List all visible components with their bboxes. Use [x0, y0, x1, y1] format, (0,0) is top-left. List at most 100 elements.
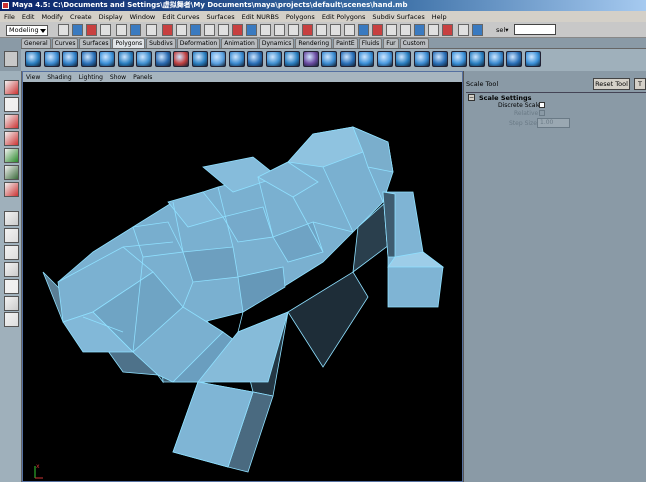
panel-menu-shading[interactable]: Shading: [47, 74, 71, 81]
polygon-shelf-icon[interactable]: [191, 51, 208, 67]
status-tool-icon[interactable]: [190, 24, 201, 36]
status-tool-icon[interactable]: [100, 24, 111, 36]
status-tool-icon[interactable]: [400, 24, 411, 36]
menu-edit[interactable]: Edit: [22, 13, 35, 21]
layout-single-icon[interactable]: [4, 211, 19, 226]
status-tool-icon[interactable]: [232, 24, 243, 36]
polygon-shelf-icon[interactable]: [524, 51, 541, 67]
menu-edit-curves[interactable]: Edit Curves: [162, 13, 199, 21]
status-tool-icon[interactable]: [246, 24, 257, 36]
status-tool-icon[interactable]: [72, 24, 83, 36]
polygon-shelf-icon[interactable]: [265, 51, 282, 67]
menu-help[interactable]: Help: [432, 13, 447, 21]
status-tool-icon[interactable]: [372, 24, 383, 36]
polygon-shelf-icon[interactable]: [25, 51, 41, 67]
select-tool-icon[interactable]: [4, 80, 19, 95]
polygon-shelf-icon[interactable]: [450, 51, 467, 67]
hand-polygon-mesh[interactable]: x: [23, 82, 462, 481]
layout-graph-icon[interactable]: [4, 279, 19, 294]
tool-help-button[interactable]: T: [634, 78, 646, 90]
polygon-shelf-icon[interactable]: [154, 51, 171, 67]
menu-set-dropdown[interactable]: Modeling: [6, 25, 48, 36]
polygon-shelf-icon[interactable]: [506, 51, 522, 67]
status-tool-icon[interactable]: [428, 24, 439, 36]
polygon-shelf-icon[interactable]: [173, 51, 189, 67]
panel-menu-show[interactable]: Show: [110, 74, 126, 81]
polygon-shelf-icon[interactable]: [413, 51, 430, 67]
status-tool-icon[interactable]: [274, 24, 285, 36]
menu-create[interactable]: Create: [70, 13, 92, 21]
status-tool-icon[interactable]: [162, 24, 173, 36]
collapse-toggle[interactable]: −: [468, 94, 475, 101]
polygon-shelf-icon[interactable]: [117, 51, 134, 67]
polygon-shelf-icon[interactable]: [469, 51, 485, 67]
maya-app-icon: [2, 2, 9, 9]
menu-edit-nurbs[interactable]: Edit NURBS: [242, 13, 279, 21]
layout-persp-icon[interactable]: [4, 245, 19, 260]
status-tool-icon[interactable]: [344, 24, 355, 36]
polygon-shelf-icon[interactable]: [228, 51, 245, 67]
layout-four-icon[interactable]: [4, 228, 19, 243]
quick-select-input[interactable]: [514, 24, 556, 35]
status-tool-icon[interactable]: [472, 24, 483, 36]
lasso-tool-icon[interactable]: [4, 97, 19, 112]
status-tool-icon[interactable]: [330, 24, 341, 36]
polygon-shelf-icon[interactable]: [376, 51, 393, 67]
panel-menu-lighting[interactable]: Lighting: [79, 74, 103, 81]
polygon-shelf-icon[interactable]: [247, 51, 263, 67]
status-tool-icon[interactable]: [358, 24, 369, 36]
layout-hypershade-icon[interactable]: [4, 296, 19, 311]
polygon-shelf-icon[interactable]: [62, 51, 78, 67]
polygon-shelf-icon[interactable]: [487, 51, 504, 67]
polygon-shelf-icon[interactable]: [339, 51, 356, 67]
menu-display[interactable]: Display: [99, 13, 123, 21]
status-tool-icon[interactable]: [414, 24, 425, 36]
menu-polygons[interactable]: Polygons: [286, 13, 315, 21]
polygon-shelf-icon[interactable]: [99, 51, 115, 67]
polygon-shelf-icon[interactable]: [395, 51, 411, 67]
polygon-shelf-icon[interactable]: [302, 51, 319, 67]
status-tool-icon[interactable]: [130, 24, 141, 36]
menu-surfaces[interactable]: Surfaces: [206, 13, 234, 21]
status-tool-icon[interactable]: [260, 24, 271, 36]
status-tool-icon[interactable]: [204, 24, 215, 36]
status-tool-icon[interactable]: [288, 24, 299, 36]
status-tool-icon[interactable]: [116, 24, 127, 36]
rotate-tool-icon[interactable]: [4, 148, 19, 163]
status-tool-icon[interactable]: [302, 24, 313, 36]
paint-select-icon[interactable]: [4, 114, 19, 129]
panel-menu-panels[interactable]: Panels: [133, 74, 152, 81]
move-tool-icon[interactable]: [4, 131, 19, 146]
status-tool-icon[interactable]: [176, 24, 187, 36]
status-tool-icon[interactable]: [316, 24, 327, 36]
status-tool-icon[interactable]: [458, 24, 469, 36]
status-tool-icon[interactable]: [442, 24, 453, 36]
polygon-shelf-icon[interactable]: [210, 51, 226, 67]
status-tool-icon[interactable]: [386, 24, 397, 36]
polygon-shelf-icon[interactable]: [43, 51, 60, 67]
menu-window[interactable]: Window: [130, 13, 156, 21]
menu-edit-polygons[interactable]: Edit Polygons: [322, 13, 366, 21]
step-size-label: Step Size: [509, 120, 537, 127]
status-tool-icon[interactable]: [218, 24, 229, 36]
layout-outliner-icon[interactable]: [4, 262, 19, 277]
menu-file[interactable]: File: [4, 13, 15, 21]
status-tool-icon[interactable]: [86, 24, 97, 36]
status-tool-icon[interactable]: [146, 24, 157, 36]
polygon-shelf-icon[interactable]: [136, 51, 152, 67]
manipulator-icon[interactable]: [4, 182, 19, 197]
polygon-shelf-icon[interactable]: [284, 51, 300, 67]
polygon-shelf-icon[interactable]: [432, 51, 448, 67]
panel-menu-view[interactable]: View: [26, 74, 40, 81]
menu-subdiv-surfaces[interactable]: Subdiv Surfaces: [372, 13, 424, 21]
scale-tool-icon[interactable]: [4, 165, 19, 180]
polygon-shelf-icon[interactable]: [321, 51, 337, 67]
polygon-shelf-icon[interactable]: [80, 51, 97, 67]
polygon-shelf-icon[interactable]: [358, 51, 374, 67]
status-tool-icon[interactable]: [58, 24, 69, 36]
shelf-menu-button[interactable]: [4, 51, 18, 67]
layout-custom-icon[interactable]: [4, 312, 19, 327]
menu-modify[interactable]: Modify: [41, 13, 63, 21]
reset-tool-button[interactable]: Reset Tool: [593, 78, 630, 90]
discrete-scale-checkbox[interactable]: [539, 102, 545, 108]
